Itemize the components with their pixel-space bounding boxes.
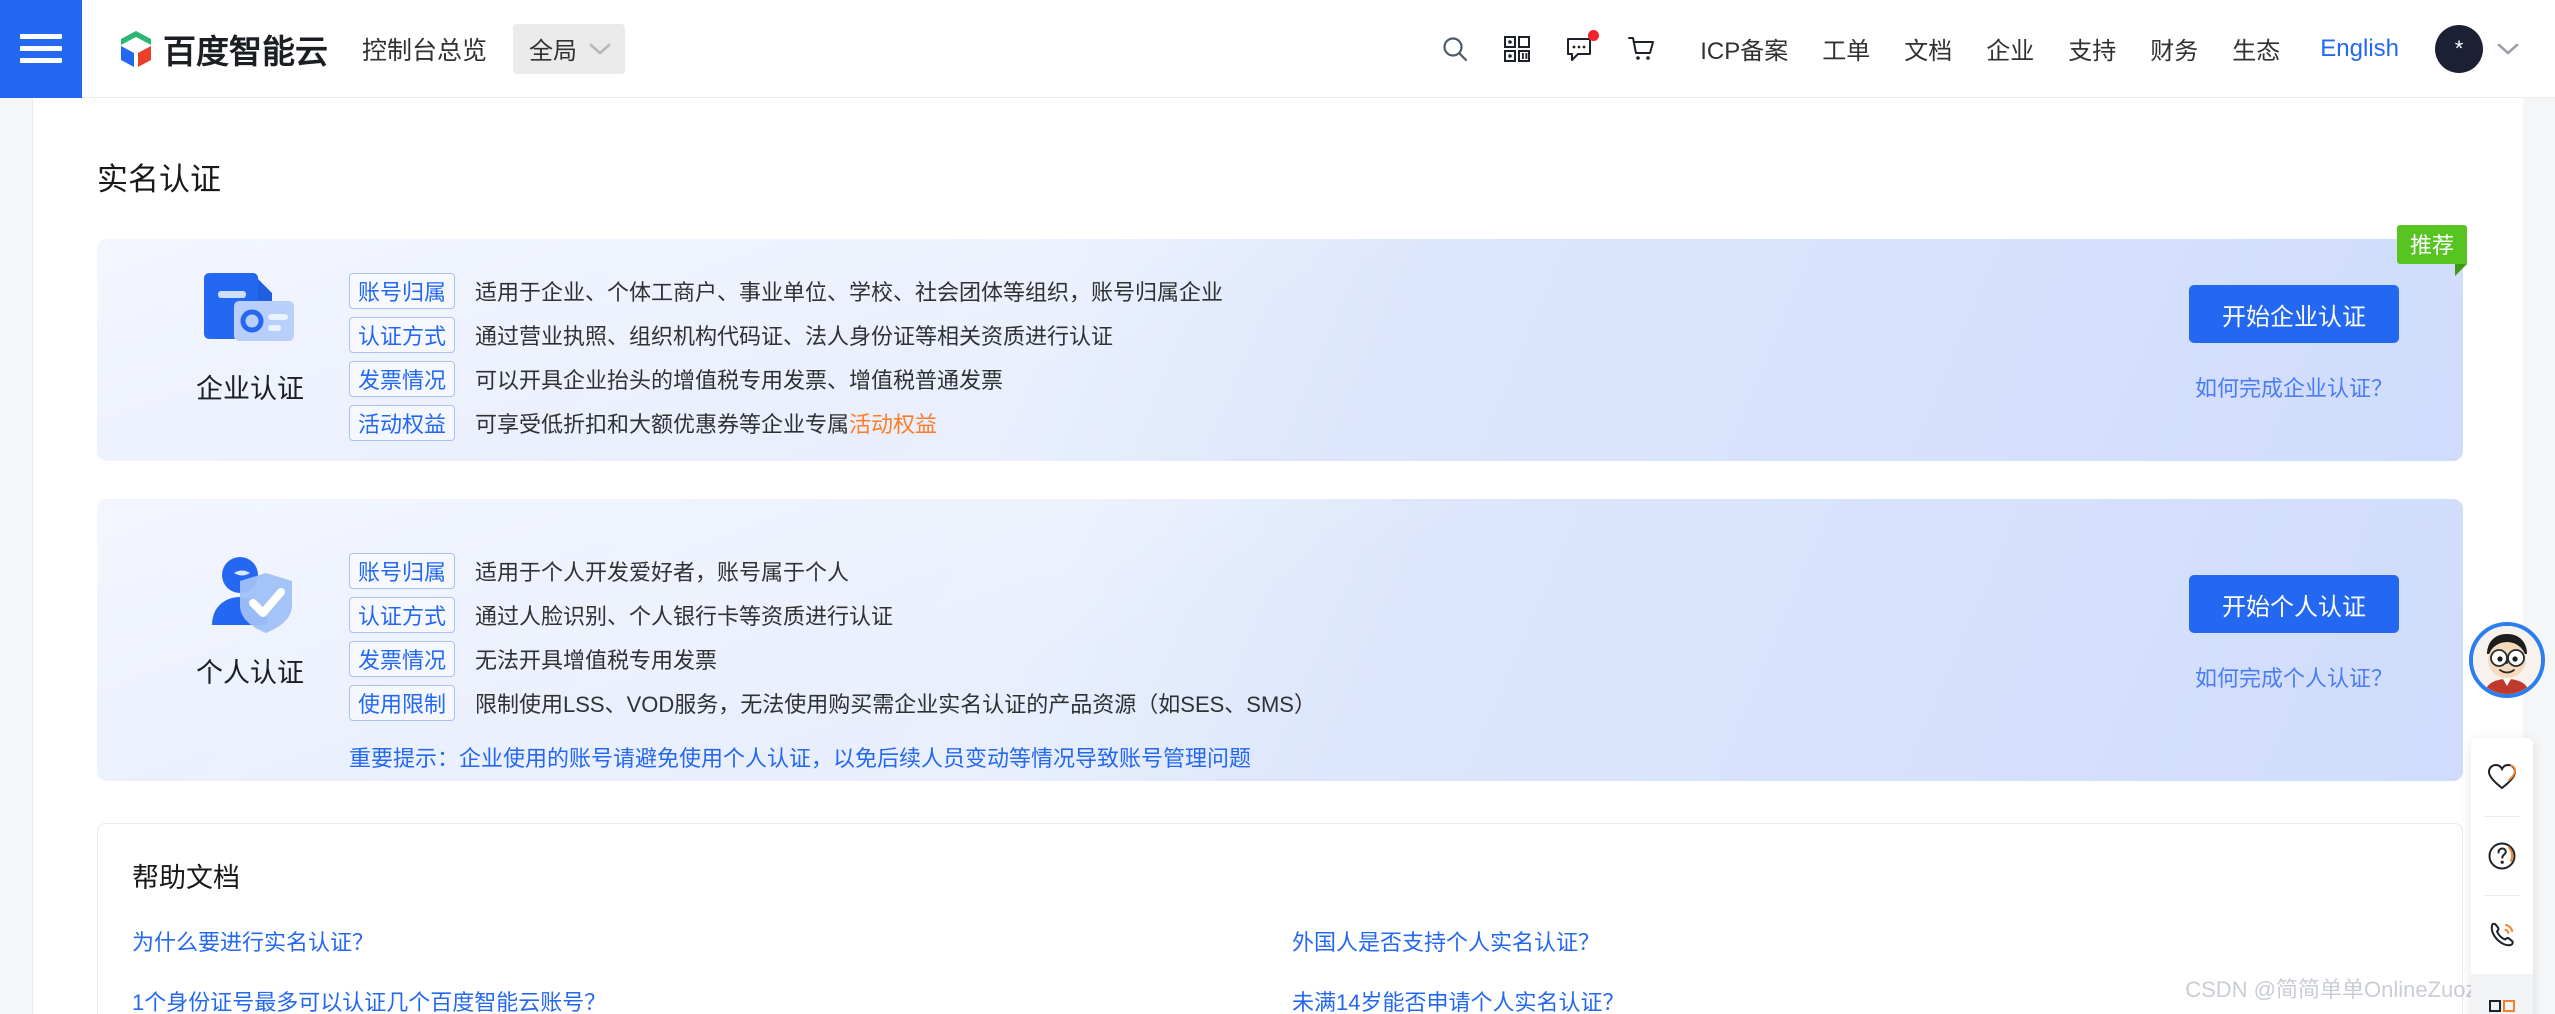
chevron-down-icon xyxy=(589,43,611,54)
nav-item-finance[interactable]: 财务 xyxy=(2150,31,2198,66)
user-cartoon-avatar[interactable] xyxy=(2469,622,2545,698)
personal-icon-column: 个人认证 xyxy=(155,547,345,690)
recommended-badge: 推荐 xyxy=(2396,225,2468,276)
message-icon[interactable] xyxy=(1548,18,1610,80)
phone-call-icon[interactable] xyxy=(2471,896,2533,974)
cart-icon[interactable] xyxy=(1610,18,1672,80)
help-links-grid: 为什么要进行实名认证？ 外国人是否支持个人实名认证？ 1个身份证号最多可以认证几… xyxy=(132,925,2462,1014)
important-notice-link[interactable]: 重要提示：企业使用的账号请避免使用个人认证，以免后续人员变动等情况导致账号管理问… xyxy=(349,741,1316,773)
detail-row: 认证方式 通过营业执照、组织机构代码证、法人身份证等相关资质进行认证 xyxy=(349,313,1223,357)
detail-desc: 通过营业执照、组织机构代码证、法人身份证等相关资质进行认证 xyxy=(475,324,1114,349)
detail-row: 发票情况 可以开具企业抬头的增值税专用发票、增值税普通发票 xyxy=(349,357,1223,401)
personal-certification-card: 个人认证 账号归属 适用于个人开发爱好者，账号属于个人 认证方式 通过人脸识别、… xyxy=(97,499,2463,781)
how-to-complete-personal-link[interactable]: 如何完成个人认证？ xyxy=(2195,661,2393,693)
enterprise-certification-card: 推荐 企业认证 账号归属 适用于企业、个体工商户、事业单位、学校、社会团体等组织… xyxy=(97,225,2468,461)
detail-tag: 活动权益 xyxy=(349,405,456,441)
nav-item-enterprise[interactable]: 企业 xyxy=(1986,31,2034,66)
floating-tool-panel xyxy=(2471,738,2533,1014)
detail-tag: 使用限制 xyxy=(349,685,456,721)
message-unread-badge xyxy=(1588,29,1600,41)
detail-tag: 认证方式 xyxy=(349,597,456,633)
header-right-cluster: ICP备案 工单 文档 企业 支持 财务 生态 English * xyxy=(1424,18,2555,80)
heart-icon[interactable] xyxy=(2471,738,2533,816)
console-overview-link[interactable]: 控制台总览 xyxy=(362,31,487,67)
detail-tag: 账号归属 xyxy=(349,553,456,589)
detail-tag: 认证方式 xyxy=(349,317,456,353)
detail-row: 使用限制 限制使用LSS、VOD服务，无法使用购买需企业实名认证的产品资源（如S… xyxy=(349,681,1316,725)
search-icon[interactable] xyxy=(1424,18,1486,80)
enterprise-certificate-icon xyxy=(204,273,294,341)
question-help-icon[interactable] xyxy=(2471,817,2533,895)
hamburger-icon xyxy=(20,27,62,70)
detail-tag: 发票情况 xyxy=(349,641,456,677)
enterprise-actions: 开始企业认证 如何完成企业认证？ xyxy=(2189,285,2399,403)
detail-tag: 账号归属 xyxy=(349,273,456,309)
detail-row: 认证方式 通过人脸识别、个人银行卡等资质进行认证 xyxy=(349,593,1316,637)
apps-grid-icon[interactable] xyxy=(1486,18,1548,80)
personal-detail-rows: 账号归属 适用于个人开发爱好者，账号属于个人 认证方式 通过人脸识别、个人银行卡… xyxy=(349,549,1316,773)
user-avatar[interactable]: * xyxy=(2435,24,2483,73)
detail-desc: 无法开具增值税专用发票 xyxy=(475,648,718,673)
nav-item-support[interactable]: 支持 xyxy=(2068,31,2116,66)
help-link-why-certify[interactable]: 为什么要进行实名认证？ xyxy=(132,925,1292,957)
brand-logo[interactable]: 百度智能云 xyxy=(118,25,328,73)
detail-row: 活动权益 可享受低折扣和大额优惠券等企业专属活动权益 xyxy=(349,401,1223,445)
detail-desc-text: 可享受低折扣和大额优惠券等企业专属 xyxy=(475,412,850,437)
language-switch-link[interactable]: English xyxy=(2320,35,2399,63)
grid-apps-icon[interactable] xyxy=(2471,974,2533,1014)
chevron-down-icon[interactable] xyxy=(2497,42,2519,56)
page-title: 实名认证 xyxy=(97,162,221,197)
watermark-text: CSDN @简简单单OnlineZuozuo xyxy=(2185,977,2501,1002)
detail-desc: 限制使用LSS、VOD服务，无法使用购买需企业实名认证的产品资源（如SES、SM… xyxy=(475,692,1316,717)
avatar-initial: * xyxy=(2454,35,2464,61)
hamburger-menu-button[interactable] xyxy=(0,0,82,98)
region-selector-label: 全局 xyxy=(529,38,578,65)
detail-tag: 发票情况 xyxy=(349,361,456,397)
help-link-foreigner-support[interactable]: 外国人是否支持个人实名认证？ xyxy=(1292,925,2462,957)
nav-item-ecology[interactable]: 生态 xyxy=(2232,31,2280,66)
detail-desc: 适用于个人开发爱好者，账号属于个人 xyxy=(475,560,850,585)
brand-name: 百度智能云 xyxy=(163,32,328,70)
enterprise-icon-label: 企业认证 xyxy=(196,374,304,404)
activity-benefit-link[interactable]: 活动权益 xyxy=(849,412,937,437)
help-documents-title: 帮助文档 xyxy=(132,863,240,893)
main-content: 实名认证 推荐 企业认证 账号归属 适用于企业、个体工商户、事业单位、学校、社会… xyxy=(32,98,2523,1014)
help-link-id-account-limit[interactable]: 1个身份证号最多可以认证几个百度智能云账号？ xyxy=(132,985,1292,1014)
nav-item-docs[interactable]: 文档 xyxy=(1904,31,1952,66)
detail-desc: 适用于企业、个体工商户、事业单位、学校、社会团体等组织，账号归属企业 xyxy=(475,280,1224,305)
detail-desc: 可以开具企业抬头的增值税专用发票、增值税普通发票 xyxy=(475,368,1004,393)
region-selector[interactable]: 全局 xyxy=(513,23,626,74)
nav-item-icp[interactable]: ICP备案 xyxy=(1700,31,1788,66)
detail-row: 账号归属 适用于个人开发爱好者，账号属于个人 xyxy=(349,549,1316,593)
cartoon-face-icon xyxy=(2473,626,2541,694)
how-to-complete-enterprise-link[interactable]: 如何完成企业认证？ xyxy=(2195,371,2393,403)
top-header: 百度智能云 控制台总览 全局 ICP备案 工单 文档 企业 支持 财务 生态 E… xyxy=(0,0,2555,98)
enterprise-icon-column: 企业认证 xyxy=(155,263,345,406)
personal-shield-icon xyxy=(212,557,292,633)
detail-desc: 通过人脸识别、个人银行卡等资质进行认证 xyxy=(475,604,894,629)
page-root: 百度智能云 控制台总览 全局 ICP备案 工单 文档 企业 支持 财务 生态 E… xyxy=(0,0,2555,1014)
baidu-cloud-logo-icon xyxy=(121,30,151,67)
detail-row: 账号归属 适用于企业、个体工商户、事业单位、学校、社会团体等组织，账号归属企业 xyxy=(349,269,1223,313)
start-personal-certification-button[interactable]: 开始个人认证 xyxy=(2189,575,2399,633)
detail-desc: 可享受低折扣和大额优惠券等企业专属活动权益 xyxy=(475,407,937,439)
personal-icon-label: 个人认证 xyxy=(196,658,304,688)
help-documents-card: 帮助文档 为什么要进行实名认证？ 外国人是否支持个人实名认证？ 1个身份证号最多… xyxy=(97,823,2463,1014)
detail-row: 发票情况 无法开具增值税专用发票 xyxy=(349,637,1316,681)
enterprise-detail-rows: 账号归属 适用于企业、个体工商户、事业单位、学校、社会团体等组织，账号归属企业 … xyxy=(349,269,1223,445)
nav-item-ticket[interactable]: 工单 xyxy=(1822,31,1870,66)
personal-actions: 开始个人认证 如何完成个人认证？ xyxy=(2189,575,2399,693)
start-enterprise-certification-button[interactable]: 开始企业认证 xyxy=(2189,285,2399,343)
